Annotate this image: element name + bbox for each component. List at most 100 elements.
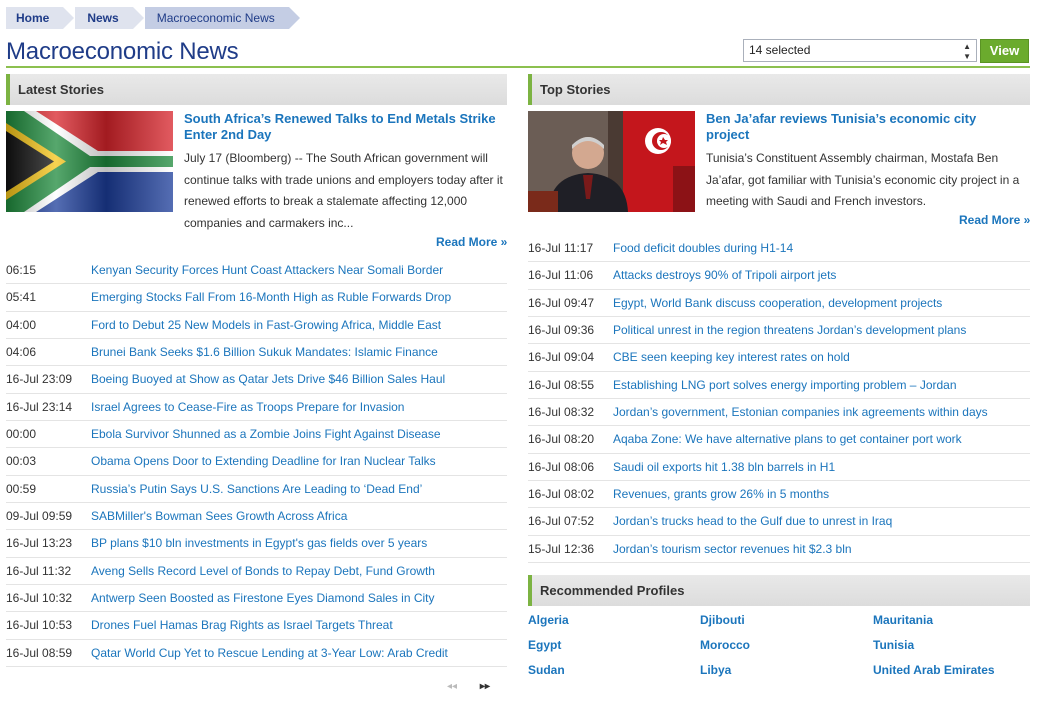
news-timestamp: 16-Jul 09:47 (528, 295, 595, 310)
recommended-profiles-grid: Algeria Djibouti Mauritania Egypt Morocco Tun… (528, 612, 1030, 678)
page-title: Macroeconomic News (6, 38, 239, 65)
news-list-item: 00:03 Obama Opens Door to Extending Deadl… (6, 448, 507, 476)
profile-link[interactable]: Djibouti (700, 612, 873, 628)
news-timestamp: 16-Jul 09:04 (528, 350, 595, 365)
next-page-icon[interactable]: ▸▸ (480, 681, 490, 692)
news-timestamp: 16-Jul 07:52 (528, 514, 595, 529)
news-headline-link[interactable]: Emerging Stocks Fall From 16-Month High … (91, 290, 451, 304)
news-list-item: 15-Jul 12:36 Jordan’s tourism sector reve… (528, 536, 1030, 563)
news-headline-link[interactable]: Food deficit doubles during H1-14 (613, 241, 793, 255)
news-list-item: 16-Jul 09:36 Political unrest in the regi… (528, 317, 1030, 345)
news-timestamp: 16-Jul 23:09 (6, 372, 73, 387)
news-list-item: 04:00 Ford to Debut 25 New Models in Fast… (6, 312, 507, 339)
news-headline-link[interactable]: Obama Opens Door to Extending Deadline f… (91, 454, 436, 468)
recommended-profiles-header: Recommended Profiles (528, 575, 1030, 606)
pagination: ◂◂ ▸▸ (447, 681, 510, 692)
news-timestamp: 00:03 (6, 454, 37, 469)
news-headline-link[interactable]: Aqaba Zone: We have alternative plans to… (613, 432, 962, 446)
news-timestamp: 16-Jul 11:06 (528, 268, 594, 283)
top-read-more-link[interactable]: Read More » (959, 213, 1030, 227)
breadcrumb-current[interactable]: Macroeconomic News (144, 7, 300, 29)
south-africa-flag-image[interactable] (6, 111, 173, 212)
news-headline-link[interactable]: SABMiller's Bowman Sees Growth Across Af… (91, 509, 347, 523)
news-headline-link[interactable]: Political unrest in the region threatens… (613, 323, 966, 337)
news-headline-link[interactable]: Jordan’s tourism sector revenues hit $2.… (613, 542, 852, 556)
news-headline-link[interactable]: BP plans $10 bln investments in Egypt's … (91, 536, 427, 550)
previous-page-icon[interactable]: ◂◂ (447, 681, 457, 692)
news-headline-link[interactable]: Drones Fuel Hamas Brag Rights as Israel … (91, 618, 393, 632)
news-list-item: 00:00 Ebola Survivor Shunned as a Zombie … (6, 421, 507, 449)
news-list-item: 04:06 Brunei Bank Seeks $1.6 Billion Suku… (6, 339, 507, 367)
select-arrows-icon: ▲ ▼ (963, 42, 971, 61)
news-list-item: 16-Jul 11:17 Food deficit doubles during … (528, 235, 1030, 263)
profile-link[interactable]: Mauritania (873, 612, 1030, 628)
news-headline-link[interactable]: Kenyan Security Forces Hunt Coast Attack… (91, 263, 443, 277)
news-headline-link[interactable]: Brunei Bank Seeks $1.6 Billion Sukuk Man… (91, 345, 438, 359)
category-select[interactable]: 14 selected ▲ ▼ (743, 39, 977, 62)
breadcrumb-news[interactable]: News (75, 7, 145, 29)
portrait-photo-icon (528, 111, 695, 212)
news-headline-link[interactable]: Jordan’s government, Estonian companies … (613, 405, 988, 419)
news-timestamp: 04:00 (6, 317, 37, 332)
top-stories-list: 16-Jul 11:17 Food deficit doubles during … (528, 235, 1030, 563)
profile-link[interactable]: Sudan (528, 662, 700, 678)
news-headline-link[interactable]: CBE seen keeping key interest rates on h… (613, 350, 850, 364)
breadcrumb-label: Macroeconomic News (156, 11, 275, 25)
news-headline-link[interactable]: Ebola Survivor Shunned as a Zombie Joins… (91, 427, 441, 441)
news-list-item: 16-Jul 08:20 Aqaba Zone: We have alternat… (528, 426, 1030, 454)
latest-featured-title[interactable]: South Africa’s Renewed Talks to End Meta… (184, 111, 506, 143)
breadcrumb: Home News Macroeconomic News (6, 7, 301, 29)
tunisia-story-image[interactable] (528, 111, 695, 212)
news-list-item: 16-Jul 09:04 CBE seen keeping key interes… (528, 344, 1030, 372)
news-list-item: 16-Jul 08:55 Establishing LNG port solves… (528, 372, 1030, 399)
news-list-item: 16-Jul 23:14 Israel Agrees to Cease-Fire … (6, 394, 507, 421)
news-headline-link[interactable]: Saudi oil exports hit 1.38 bln barrels i… (613, 460, 835, 474)
news-list-item: 16-Jul 11:32 Aveng Sells Record Level of … (6, 558, 507, 585)
news-headline-link[interactable]: Attacks destroys 90% of Tripoli airport … (613, 268, 836, 282)
news-headline-link[interactable]: Qatar World Cup Yet to Rescue Lending at… (91, 646, 448, 660)
profile-link[interactable]: Egypt (528, 637, 700, 653)
breadcrumb-home[interactable]: Home (6, 7, 75, 29)
news-list-item: 16-Jul 08:02 Revenues, grants grow 26% in… (528, 481, 1030, 509)
news-list-item: 05:41 Emerging Stocks Fall From 16-Month … (6, 284, 507, 312)
news-headline-link[interactable]: Antwerp Seen Boosted as Firestone Eyes D… (91, 591, 435, 605)
latest-stories-list: 06:15 Kenyan Security Forces Hunt Coast A… (6, 257, 507, 667)
news-headline-link[interactable]: Establishing LNG port solves energy impo… (613, 378, 957, 392)
news-list-item: 16-Jul 10:53 Drones Fuel Hamas Brag Right… (6, 612, 507, 640)
news-headline-link[interactable]: Boeing Buoyed at Show as Qatar Jets Driv… (91, 372, 445, 386)
news-headline-link[interactable]: Russia’s Putin Says U.S. Sanctions Are L… (91, 482, 422, 496)
news-timestamp: 16-Jul 08:02 (528, 487, 595, 502)
news-timestamp: 16-Jul 09:36 (528, 323, 595, 338)
news-timestamp: 16-Jul 08:20 (528, 432, 595, 447)
news-headline-link[interactable]: Ford to Debut 25 New Models in Fast-Grow… (91, 318, 441, 332)
view-button[interactable]: View (980, 39, 1029, 63)
news-list-item: 00:59 Russia’s Putin Says U.S. Sanctions … (6, 476, 507, 503)
news-list-item: 16-Jul 23:09 Boeing Buoyed at Show as Qat… (6, 366, 507, 394)
news-headline-link[interactable]: Egypt, World Bank discuss cooperation, d… (613, 296, 942, 310)
news-timestamp: 16-Jul 10:32 (6, 591, 73, 606)
news-timestamp: 16-Jul 08:06 (528, 459, 595, 474)
latest-read-more-link[interactable]: Read More » (436, 235, 507, 249)
news-list-item: 16-Jul 10:32 Antwerp Seen Boosted as Fire… (6, 585, 507, 613)
profile-link[interactable]: Morocco (700, 637, 873, 653)
news-timestamp: 16-Jul 11:17 (528, 241, 594, 256)
news-headline-link[interactable]: Aveng Sells Record Level of Bonds to Rep… (91, 564, 435, 578)
news-timestamp: 16-Jul 08:32 (528, 405, 595, 420)
profile-link[interactable]: United Arab Emirates (873, 662, 1030, 678)
profile-link[interactable]: Algeria (528, 612, 700, 628)
breadcrumb-label: Home (16, 11, 50, 25)
news-headline-link[interactable]: Jordan’s trucks head to the Gulf due to … (613, 514, 892, 528)
news-list-item: 09-Jul 09:59 SABMiller's Bowman Sees Grow… (6, 503, 507, 531)
profile-link[interactable]: Tunisia (873, 637, 1030, 653)
top-featured-title[interactable]: Ben Ja’afar reviews Tunisia’s economic c… (706, 111, 1006, 143)
top-stories-header: Top Stories (528, 74, 1030, 105)
news-headline-link[interactable]: Revenues, grants grow 26% in 5 months (613, 487, 829, 501)
news-list-item: 16-Jul 07:52 Jordan’s trucks head to the … (528, 508, 1030, 536)
profile-link[interactable]: Libya (700, 662, 873, 678)
news-timestamp: 16-Jul 13:23 (6, 536, 73, 551)
news-timestamp: 16-Jul 10:53 (6, 618, 73, 633)
news-headline-link[interactable]: Israel Agrees to Cease-Fire as Troops Pr… (91, 400, 404, 414)
news-list-item: 16-Jul 08:06 Saudi oil exports hit 1.38 b… (528, 454, 1030, 481)
title-divider (6, 66, 1030, 68)
news-timestamp: 16-Jul 08:55 (528, 377, 595, 392)
